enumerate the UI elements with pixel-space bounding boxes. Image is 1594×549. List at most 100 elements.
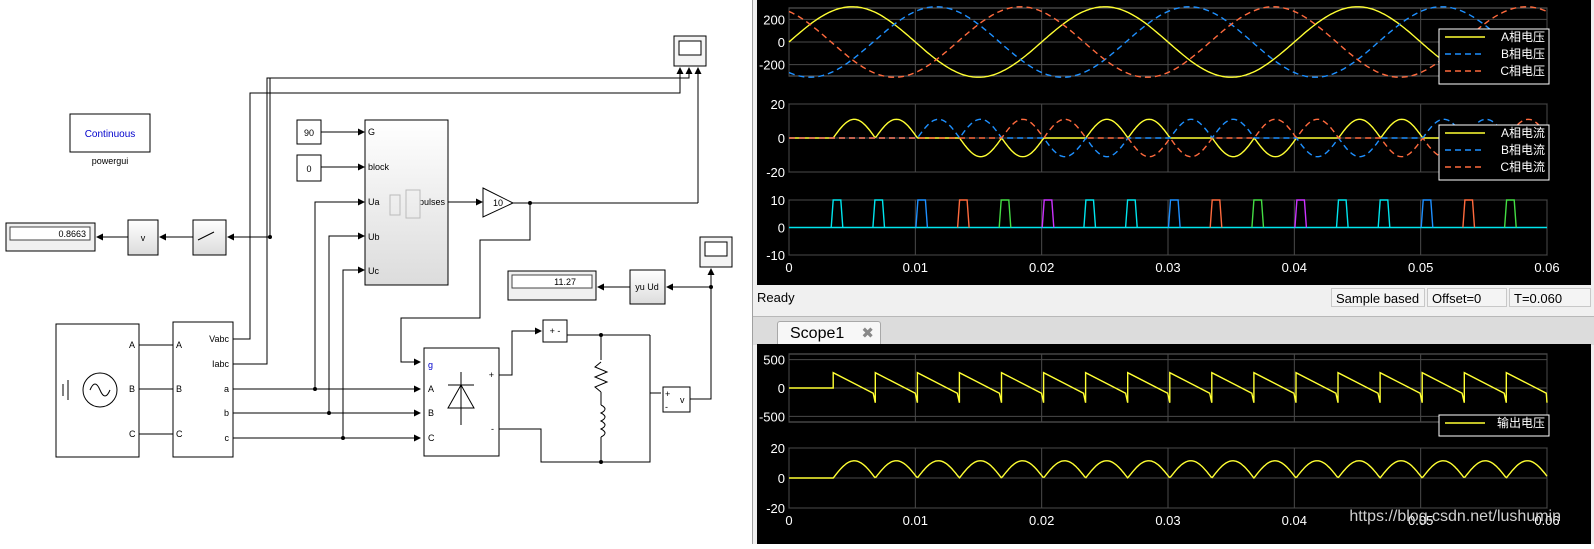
constant-block-block[interactable]: 0 [296,154,322,182]
svg-text:B: B [176,384,182,394]
x-tick-label: 0.01 [903,513,928,528]
diagram-canvas: Continuous powergui 0.8663 v 90 0 G bloc… [5,35,733,464]
selector-block[interactable] [192,219,227,256]
svg-text:pulses: pulses [419,197,446,207]
gain-block[interactable]: 10 [482,187,515,218]
svg-text:c: c [225,433,230,443]
vi-measurement-block[interactable]: A B C Vabc Iabc a b c [172,321,234,458]
display-block-2[interactable]: 11.27 [507,270,597,301]
legend: 输出电压 [1438,414,1550,437]
close-icon[interactable]: ✖ [861,322,874,346]
svg-text:yu Ud: yu Ud [635,282,659,292]
y-tick-label: 0 [778,221,785,236]
x-tick-label: 0.05 [1408,260,1433,275]
svg-text:+: + [665,389,670,399]
scope-tabbar: Scope1 ✖ [753,316,1594,345]
display-block-1[interactable]: 0.8663 [5,222,96,252]
x-tick-label: 0 [785,513,792,528]
svg-text:C: C [428,433,435,443]
svg-text:v: v [680,395,685,405]
svg-text:B: B [428,408,434,418]
thyristor-rectifier-block[interactable]: g A B C + - [423,347,500,457]
mean-value-block[interactable]: yu Ud [629,269,666,305]
svg-text:Uc: Uc [368,266,379,276]
scope-axes-2: 20 0 -20 A相电流 B相电流 C相电流 [766,97,1550,181]
display-2-value: 11.27 [554,277,576,287]
gain-value: 10 [493,198,503,208]
y-tick-label: -20 [766,165,785,180]
y-tick-label: 20 [771,97,785,112]
svg-text:Vabc: Vabc [209,334,229,344]
rl-load[interactable] [593,333,609,464]
y-tick-label: 20 [771,441,785,456]
y-tick-label: 10 [771,193,785,208]
status-offset: Offset=0 [1427,288,1507,307]
three-phase-source-block[interactable]: A B C [55,323,140,458]
y-tick-label: -500 [759,409,785,424]
svg-text:A: A [129,340,135,350]
svg-text:-: - [665,402,668,412]
x-tick-label: 0.02 [1029,513,1054,528]
constant-alpha-block[interactable]: 90 [296,119,322,145]
legend-entry: B相电压 [1501,47,1545,61]
legend-entry: A相电流 [1501,126,1545,140]
x-tick-label: 0.04 [1282,260,1307,275]
svg-text:Ub: Ub [368,232,380,242]
svg-text:a: a [224,384,229,394]
legend-entry: C相电流 [1500,160,1545,174]
svg-text:C: C [176,429,183,439]
svg-text:+: + [489,370,494,380]
legend-entry: C相电压 [1500,64,1545,78]
legend: A相电压 B相电压 C相电压 [1438,28,1550,85]
legend-entry: 输出电压 [1497,415,1545,430]
tab-scope1-label: Scope1 [790,325,845,342]
y-tick-label: 0 [778,131,785,146]
status-ready: Ready [757,290,795,305]
scope-windows: 200 0 -200 A相电压 B相电压 C相电压 20 0 -20 A相电流 B相电流 C相电流 10… [752,0,1594,544]
svg-text:C: C [129,429,136,439]
x-tick-label: 0.01 [903,260,928,275]
scope-block-1[interactable] [673,35,707,67]
powergui-mode: Continuous [85,129,136,140]
voltage-measurement-block[interactable]: v + - [662,386,691,413]
svg-text:G: G [368,127,375,137]
scope-axes-3: 100-100 0.01 0.02 0.03 0.04 0.05 0.06 [766,193,1559,275]
y-tick-label: 0 [778,381,785,396]
legend-entry: B相电流 [1501,143,1545,157]
scope-top-plots: 2000-200A相电压B相电压C相电压200-20A相电流B相电流C相电流10… [759,6,1560,275]
sum-block[interactable]: + - [542,319,568,343]
powergui-caption: powergui [92,156,129,166]
y-tick-label: 0 [778,35,785,50]
watermark: https://blog.csdn.net/lushumin [1349,508,1561,525]
svg-text:A: A [176,340,182,350]
x-tick-label: 0.03 [1155,260,1180,275]
scope-top-panel: 200 0 -200 A相电压 B相电压 C相电压 20 0 -20 A相电流 B相电流 C相电流 10… [757,0,1591,285]
svg-text:b: b [224,408,229,418]
powergui-block[interactable]: Continuous powergui [69,113,151,166]
tab-scope1[interactable]: Scope1 ✖ [777,321,881,345]
svg-text:B: B [129,384,135,394]
svg-text:-: - [491,424,494,434]
constant-alpha-value: 90 [304,128,314,138]
svg-text:g: g [428,360,433,370]
vi-measure-block[interactable]: v [127,219,159,256]
scope-axes-4: 500 0 -500 输出电压 [759,353,1550,437]
y-tick-label: 200 [763,12,785,27]
y-tick-label: 500 [763,353,785,368]
simulink-diagram: Continuous powergui 0.8663 v 90 0 G bloc… [0,0,752,544]
x-tick-label: 0.06 [1534,260,1559,275]
scope-status-bar: Ready Sample based Offset=0 T=0.060 [753,287,1594,309]
scope-block-2[interactable] [699,236,733,268]
x-tick-label: 0.02 [1029,260,1054,275]
pulse-generator-block[interactable]: G block Ua Ub Uc pulses [364,119,449,286]
y-tick-label: -200 [759,58,785,73]
legend-entry: A相电压 [1501,30,1545,44]
svg-text:A: A [428,384,434,394]
svg-text:block: block [368,162,390,172]
svg-text:Ua: Ua [368,197,380,207]
legend: A相电流 B相电流 C相电流 [1438,124,1550,181]
x-tick-label: 0.04 [1282,513,1307,528]
y-tick-label: -10 [766,248,785,263]
y-tick-label: -20 [766,501,785,516]
svg-text:+ -: + - [550,326,561,336]
